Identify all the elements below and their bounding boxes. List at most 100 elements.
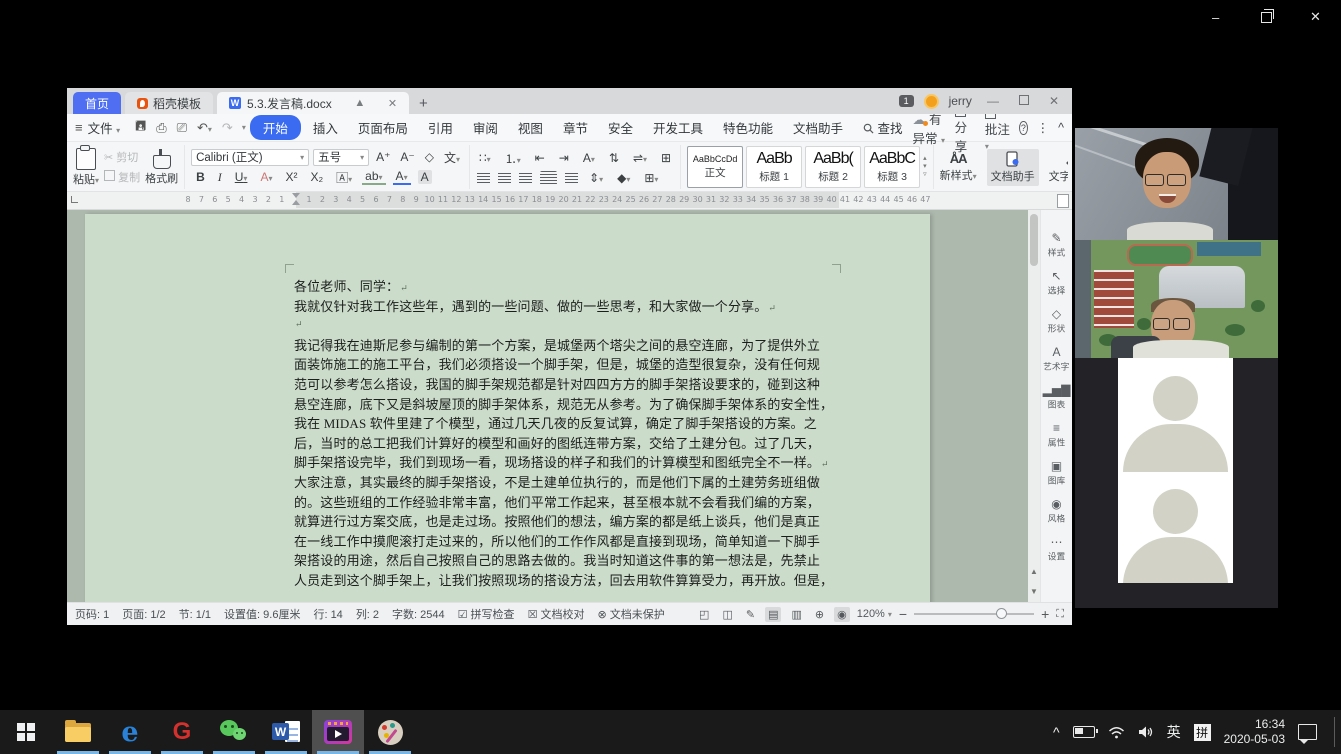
speaker-icon[interactable]	[1138, 725, 1154, 739]
user-avatar[interactable]	[923, 93, 939, 109]
table-insert-button[interactable]: ⊞	[658, 151, 674, 165]
app-close-button[interactable]: ✕	[1044, 94, 1064, 108]
side-tool-properties[interactable]: ≡ 属性	[1047, 422, 1066, 449]
status-check-0[interactable]: ☑ 拼写检查	[458, 606, 515, 622]
text-tool-button[interactable]: 文字工具▾	[1049, 151, 1068, 184]
menu-item-10[interactable]: 文档助手	[783, 118, 853, 137]
taskbar-video-player[interactable]	[312, 710, 364, 754]
taskbar-file-explorer[interactable]	[52, 710, 104, 754]
taskbar-wechat[interactable]	[208, 710, 260, 754]
doc-text-line[interactable]: 各位老师、同学：↵	[294, 276, 824, 296]
user-name[interactable]: jerry	[949, 94, 972, 108]
status-check-2[interactable]: ⊗ 文档未保护	[597, 606, 664, 622]
sync-status-button[interactable]: ☁ 有异常 ▾	[913, 109, 946, 147]
fullscreen-view-icon[interactable]: ◰	[696, 607, 712, 622]
new-style-button[interactable]: ÅA 新样式▾	[940, 151, 977, 183]
outer-minimize-button[interactable]: –	[1212, 10, 1219, 26]
document-viewport[interactable]: 各位老师、同学：↵ 我就仅针对我工作这些年，遇到的一些问题、做的一些思考，和大家做…	[67, 210, 1028, 602]
style-preset-标题 3[interactable]: AaBbC 标题 3	[864, 146, 921, 188]
menu-item-6[interactable]: 章节	[553, 118, 598, 137]
first-line-indent-marker[interactable]	[292, 193, 300, 198]
increase-indent-button[interactable]: ⇥	[556, 151, 572, 165]
shading-button[interactable]: ◆▾	[614, 171, 633, 185]
strikethrough-button[interactable]: A▾	[257, 170, 275, 184]
borders-button[interactable]: ⊞▾	[641, 171, 661, 185]
status-item-4[interactable]: 行: 14	[313, 606, 342, 622]
taskbar-edge[interactable]: e	[104, 710, 156, 754]
side-tool-chart[interactable]: ▂▅▇ 图表	[1043, 384, 1071, 411]
menu-search[interactable]: 查找	[853, 118, 913, 137]
side-tool-shapes[interactable]: ◇ 形状	[1047, 308, 1066, 335]
participant-video-1[interactable]	[1075, 128, 1278, 240]
doc-text-line[interactable]: 在一线工作中摸爬滚打走过来的，所以他们的工作作风都是直接到现场，简单知道一下脚手	[294, 531, 824, 551]
scrollbar-thumb[interactable]	[1030, 214, 1038, 266]
format-painter-button[interactable]: 格式刷	[145, 148, 178, 186]
side-tool-style-theme[interactable]: ◉ 风格	[1047, 498, 1066, 525]
menu-item-8[interactable]: 开发工具	[643, 118, 713, 137]
status-item-3[interactable]: 设置值: 9.6厘米	[224, 606, 300, 622]
tab-home[interactable]: 首页	[73, 92, 122, 114]
redo-icon[interactable]: ↷	[217, 120, 238, 136]
fit-page-icon[interactable]: ⛶	[1056, 608, 1064, 621]
status-item-2[interactable]: 节: 1/1	[179, 606, 211, 622]
participant-video-2[interactable]	[1075, 240, 1278, 358]
superscript-button[interactable]: X²	[282, 170, 300, 184]
doc-text-line[interactable]: 后，当时的总工把我们计算好的模型和画好的图纸连带方案，交给了土建分包。过了几天，	[294, 433, 824, 453]
start-button[interactable]	[0, 710, 52, 754]
style-preset-正文[interactable]: AaBbCcDd 正文	[687, 146, 744, 188]
shrink-font-button[interactable]: A⁻	[397, 150, 417, 164]
zoom-slider[interactable]	[914, 608, 1035, 619]
print-preview-icon[interactable]: ⎚	[172, 120, 192, 136]
zoom-level[interactable]: 120% ▾	[857, 608, 892, 620]
document-text[interactable]: 各位老师、同学：↵ 我就仅针对我工作这些年，遇到的一些问题、做的一些思考，和大家做…	[294, 276, 833, 590]
collapse-ribbon-icon[interactable]: ^	[1058, 121, 1064, 135]
doc-text-line[interactable]: 我在 MIDAS 软件里建了个模型，通过几天几夜的反复试算，确定了脚手架搭设的方…	[294, 413, 824, 433]
doc-text-line[interactable]: 我就仅针对我工作这些年，遇到的一些问题、做的一些思考，和大家做一个分享。↵	[294, 296, 824, 316]
decrease-indent-button[interactable]: ⇤	[532, 151, 548, 165]
page-view-icon[interactable]: ▤	[765, 606, 782, 622]
style-gallery-scroll[interactable]: ▴ ▾ ▿	[923, 155, 927, 178]
eye-protection-icon[interactable]: ◉	[834, 606, 850, 622]
side-tool-gallery[interactable]: ▣ 图库	[1047, 460, 1066, 487]
help-icon[interactable]: ?	[1019, 120, 1028, 135]
show-desktop-button[interactable]	[1334, 717, 1335, 747]
status-item-0[interactable]: 页码: 1	[75, 606, 109, 622]
grow-font-button[interactable]: A⁺	[373, 150, 393, 164]
previous-page-button[interactable]: ▲	[1028, 567, 1040, 576]
bullets-button[interactable]: ∷▾	[476, 151, 494, 165]
menu-start[interactable]: 开始	[249, 115, 301, 140]
zoom-in-button[interactable]: +	[1041, 606, 1049, 622]
distribute-icon[interactable]	[565, 172, 579, 183]
doc-text-line[interactable]: 大家注意，其实最终的脚手架搭设，不是土建单位执行的，而是他们下属的土建劳务班组做	[294, 472, 824, 492]
tab-document[interactable]: W 5.3.发言稿.docx ▲ ✕	[217, 92, 410, 114]
align-center-icon[interactable]	[498, 172, 512, 183]
next-page-button[interactable]: ▼	[1028, 587, 1040, 596]
app-minimize-button[interactable]: —	[982, 94, 1004, 108]
menu-item-2[interactable]: 页面布局	[348, 118, 418, 137]
menu-file[interactable]: 文件 ▾	[86, 118, 131, 137]
horizontal-ruler[interactable]: 8 7 6 5 4 3 2 1 1 2 3 4 5 6 7 8 9 10 11 12 13 14 15 16 17 18 19 20 2…	[67, 192, 1072, 210]
taskbar-paint-app[interactable]	[364, 710, 416, 754]
char-shading-button[interactable]: A	[417, 170, 432, 184]
wifi-icon[interactable]	[1108, 726, 1125, 739]
ruler-toggle-icon[interactable]	[1057, 194, 1069, 208]
zoom-slider-knob[interactable]	[995, 608, 1007, 619]
status-item-5[interactable]: 列: 2	[356, 606, 379, 622]
layout-button[interactable]: ⇌▾	[630, 151, 650, 165]
font-color-button[interactable]: A▾	[392, 169, 411, 185]
menu-item-7[interactable]: 安全	[598, 118, 643, 137]
doc-text-line[interactable]: 人员走到这个脚手架上，让我们按照现场的搭设方法，回去用软件算算受力，再开放。但是…	[294, 570, 833, 590]
line-spacing-button[interactable]: ⇕▾	[586, 171, 606, 185]
battery-icon[interactable]	[1072, 726, 1098, 738]
ink-pen-icon[interactable]: ✎	[743, 607, 758, 622]
pinyin-guide-button[interactable]: 文▾	[441, 149, 463, 166]
align-right-icon[interactable]	[519, 172, 533, 183]
cut-button[interactable]: ✂ 剪切	[104, 149, 138, 165]
tab-close-icon[interactable]: ✕	[388, 97, 397, 110]
menu-item-3[interactable]: 引用	[418, 118, 463, 137]
status-item-6[interactable]: 字数: 2544	[392, 606, 445, 622]
side-tool-styles[interactable]: ✎ 样式	[1047, 232, 1066, 259]
side-tool-wordart[interactable]: A 艺术字	[1042, 346, 1071, 373]
numbering-button[interactable]: ⒈▾	[502, 150, 524, 167]
doc-assistant-button[interactable]: 文档助手	[986, 148, 1039, 186]
